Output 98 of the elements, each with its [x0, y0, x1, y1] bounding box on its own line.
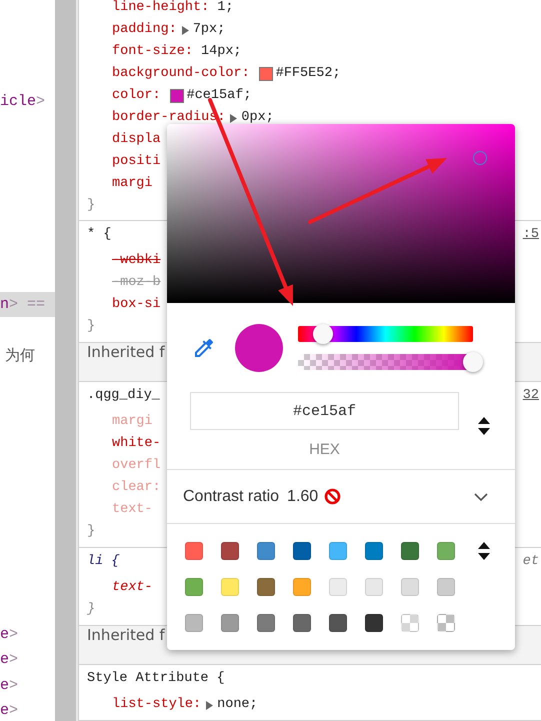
palette-swatch[interactable]	[221, 578, 239, 596]
contrast-value: 1.60	[287, 488, 318, 506]
tag-name: e	[0, 624, 10, 645]
property-name: -webki	[112, 252, 161, 270]
property-name: text-	[112, 579, 153, 597]
property-value: #ce15af;	[186, 87, 252, 105]
markup-punctuation: >	[36, 92, 46, 112]
property-name: margi	[112, 175, 153, 193]
tree-row[interactable]: e>	[0, 647, 55, 673]
tag-name: e	[0, 676, 10, 696]
css-selector: li {	[87, 553, 120, 571]
expand-icon[interactable]	[230, 114, 238, 122]
markup-punctuation: > ==	[9, 294, 46, 315]
palette-swatch[interactable]	[401, 614, 419, 632]
palette-swatch[interactable]	[293, 578, 311, 596]
hex-input-field[interactable]: #ce15af	[190, 392, 459, 430]
palette-swatch[interactable]	[257, 614, 275, 632]
slider-thumb[interactable]	[312, 324, 332, 344]
closing-brace: }	[87, 601, 96, 619]
palette-toggle-icon[interactable]	[477, 542, 491, 560]
property-name: list-style:	[112, 696, 202, 714]
closing-brace: }	[87, 318, 96, 336]
property-value: 0px;	[241, 109, 274, 127]
tree-row[interactable]: e>	[0, 622, 55, 648]
palette-swatch[interactable]	[257, 542, 275, 560]
palette-swatch[interactable]	[185, 578, 203, 596]
slider-thumb[interactable]	[463, 352, 483, 372]
property-name: clear:	[112, 479, 161, 497]
palette-swatch[interactable]	[293, 542, 311, 560]
contrast-label: Contrast ratio	[183, 488, 280, 506]
markup-punctuation: >	[9, 624, 18, 645]
property-name: padding:	[112, 21, 177, 39]
property-value: 1;	[217, 0, 234, 17]
color-gradient-area[interactable]	[167, 124, 515, 303]
property-name: positi	[112, 153, 161, 171]
css-selector: * {	[87, 226, 112, 244]
chevron-icon[interactable]	[474, 492, 488, 502]
property-value: 7px;	[192, 21, 226, 39]
expand-icon[interactable]	[182, 26, 189, 34]
palette-swatch[interactable]	[293, 614, 311, 632]
palette-swatch[interactable]	[329, 542, 347, 560]
format-toggle-icon[interactable]	[477, 417, 491, 435]
palette-swatch[interactable]	[185, 542, 203, 560]
palette-swatch[interactable]	[437, 578, 455, 596]
markup-punctuation: >	[9, 701, 18, 721]
closing-brace: }	[87, 523, 96, 541]
palette-swatch[interactable]	[365, 542, 383, 560]
expand-icon[interactable]	[206, 700, 214, 710]
scrollbar[interactable]	[55, 0, 78, 721]
property-name: displa	[112, 131, 161, 149]
palette-swatch[interactable]	[437, 614, 455, 632]
css-selector: .qgg_diy_	[87, 387, 160, 405]
tag-name: e	[0, 650, 10, 670]
palette-swatch[interactable]	[257, 578, 275, 596]
color-swatch[interactable]	[170, 89, 184, 103]
property-name: margi	[112, 413, 153, 431]
tree-row[interactable]: n> ==	[0, 292, 55, 318]
source-link[interactable]: :5	[522, 223, 541, 247]
property-name: overfl	[112, 457, 161, 475]
property-value: 14px;	[201, 43, 242, 61]
property-name: font-size:	[112, 43, 194, 61]
palette-swatch[interactable]	[401, 578, 419, 596]
property-name: white-	[112, 435, 161, 453]
palette-swatch[interactable]	[365, 578, 383, 596]
text-content: 为何	[5, 344, 35, 366]
palette-swatch[interactable]	[221, 614, 239, 632]
palette-swatch[interactable]	[365, 614, 383, 632]
property-value: none;	[217, 696, 258, 714]
property-name: color:	[112, 87, 161, 105]
property-name: background-color:	[112, 65, 250, 83]
tree-row[interactable]: e>	[0, 698, 55, 721]
property-name: box-si	[112, 296, 161, 314]
property-name: line-height:	[112, 0, 210, 17]
tag-name: e	[0, 701, 10, 721]
tree-row[interactable]: 为何	[0, 342, 55, 368]
palette-swatch[interactable]	[329, 614, 347, 632]
picker-handle[interactable]	[472, 151, 487, 166]
property-name: -moz-b	[112, 274, 161, 292]
palette-swatch[interactable]	[401, 542, 419, 560]
closing-brace: }	[87, 197, 96, 215]
source-link[interactable]: et	[522, 550, 541, 574]
eyedropper-icon[interactable]	[192, 336, 216, 360]
css-selector: Style Attribute {	[87, 670, 225, 688]
tag-name: n	[0, 294, 10, 315]
source-link[interactable]: 32	[522, 384, 541, 408]
tree-row[interactable]: e>	[0, 672, 55, 698]
tree-row[interactable]: icle>	[0, 88, 55, 114]
tag-name: icle	[0, 92, 36, 112]
color-swatch[interactable]	[258, 67, 273, 81]
palette-swatch[interactable]	[329, 578, 347, 596]
property-name: text-	[112, 501, 153, 519]
markup-punctuation: >	[9, 650, 18, 670]
palette-swatch[interactable]	[221, 542, 239, 560]
property-value: #FF5E52;	[276, 65, 341, 83]
palette-swatch[interactable]	[437, 542, 455, 560]
markup-punctuation: >	[9, 676, 18, 696]
palette-swatch[interactable]	[185, 614, 203, 632]
format-label: HEX	[309, 440, 340, 460]
